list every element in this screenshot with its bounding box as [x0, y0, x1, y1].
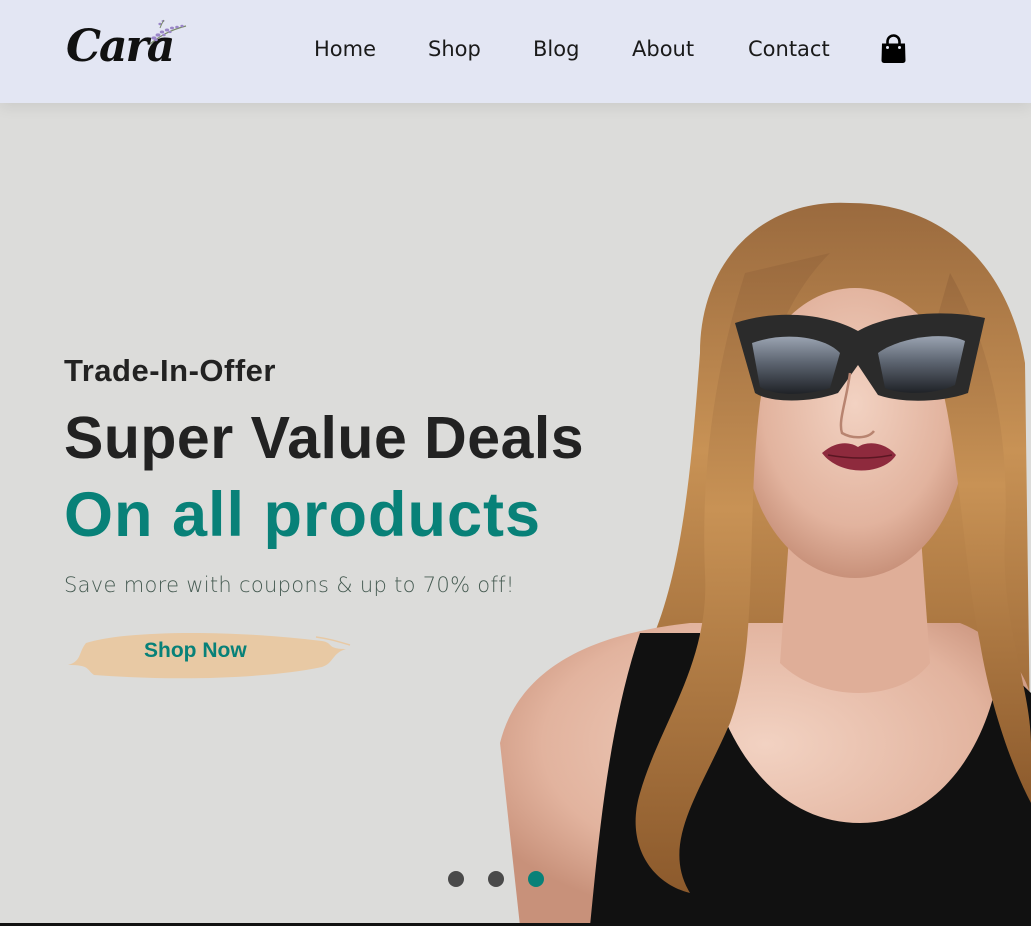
carousel-dot-3-active[interactable] — [528, 871, 544, 887]
shopping-bag-icon[interactable] — [880, 34, 907, 64]
nav-blog-link[interactable]: Blog — [533, 33, 579, 65]
hero-subheadline: On all products — [64, 480, 542, 550]
carousel-dot-2[interactable] — [488, 871, 504, 887]
site-header: Cara Home Shop Blog About Contact — [0, 0, 1031, 103]
hero-tagline: Save more with coupons & up to 70% off! — [64, 573, 515, 597]
hero-banner: Trade-In-Offer Super Value Deals On all … — [0, 103, 1031, 926]
nav-about-link[interactable]: About — [632, 33, 694, 65]
shop-now-label: Shop Now — [144, 639, 247, 662]
nav-home-link[interactable]: Home — [314, 33, 376, 65]
hero-eyebrow: Trade-In-Offer — [64, 353, 276, 388]
carousel-dot-1[interactable] — [448, 871, 464, 887]
lavender-sprig-icon — [149, 19, 187, 45]
logo[interactable]: Cara — [66, 18, 191, 78]
shop-now-button[interactable]: Shop Now — [64, 621, 354, 691]
nav-contact-link[interactable]: Contact — [748, 33, 830, 65]
hero-headline: Super Value Deals — [64, 405, 585, 471]
nav-shop-link[interactable]: Shop — [428, 33, 481, 65]
